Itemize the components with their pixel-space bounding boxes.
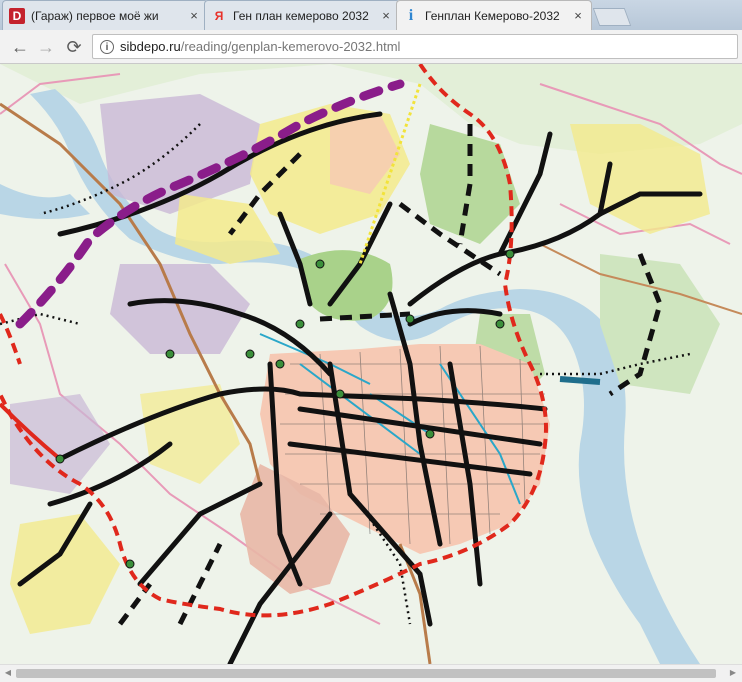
city-master-plan-map xyxy=(0,64,742,664)
address-bar[interactable]: i sibdepo.ru/reading/genplan-kemerovo-20… xyxy=(92,34,738,59)
page-content xyxy=(0,64,742,664)
reload-icon: ⟳ xyxy=(66,36,82,57)
close-icon[interactable]: × xyxy=(379,8,393,23)
scrollbar-thumb[interactable] xyxy=(16,669,716,678)
scroll-right-arrow-icon[interactable]: ▶ xyxy=(728,668,738,678)
back-button[interactable]: ← xyxy=(8,35,32,59)
tab-title: Генплан Кемерово-2032 xyxy=(425,8,560,23)
tab-title: (Гараж) первое моё жи xyxy=(31,8,159,23)
url-host: sibdepo.ru xyxy=(120,39,181,54)
yandex-logo-icon: Я xyxy=(214,8,224,23)
tab-strip: D (Гараж) первое моё жи × Я Ген план кем… xyxy=(0,0,742,30)
horizontal-scrollbar[interactable]: ◀ ▶ xyxy=(0,664,742,682)
tab-garage[interactable]: D (Гараж) первое моё жи × xyxy=(2,0,208,30)
url-path: /reading/genplan-kemerovo-2032.html xyxy=(180,39,401,54)
forward-arrow-icon: → xyxy=(37,36,55,57)
scroll-left-arrow-icon[interactable]: ◀ xyxy=(3,668,13,678)
tab-title: Ген план кемерово 2032 xyxy=(233,8,369,23)
browser-toolbar: ← → ⟳ i sibdepo.ru/reading/genplan-kemer… xyxy=(0,30,742,64)
new-tab-button[interactable] xyxy=(592,8,632,26)
close-icon[interactable]: × xyxy=(187,8,201,23)
close-icon[interactable]: × xyxy=(571,8,585,23)
forward-button[interactable]: → xyxy=(34,35,58,59)
tab-genplan[interactable]: i Генплан Кемерово-2032 × xyxy=(396,0,592,30)
info-logo-icon: i xyxy=(408,6,414,24)
d-logo-icon: D xyxy=(9,7,25,24)
back-arrow-icon: ← xyxy=(11,36,29,57)
site-info-icon[interactable]: i xyxy=(100,39,114,54)
tab-yandex[interactable]: Я Ген план кемерово 2032 × xyxy=(204,0,400,30)
reload-button[interactable]: ⟳ xyxy=(62,35,86,59)
